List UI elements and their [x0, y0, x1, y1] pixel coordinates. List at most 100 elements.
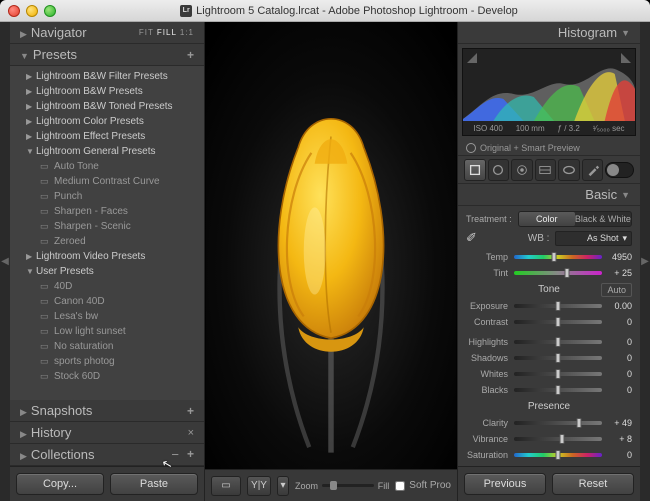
tint-value[interactable]: + 25 — [602, 268, 632, 278]
before-after-menu[interactable]: ▾ — [277, 476, 289, 496]
blacks-slider[interactable] — [514, 388, 602, 392]
panel-switch[interactable] — [605, 162, 634, 178]
wb-preset-dropdown[interactable]: As Shot▾ — [555, 231, 632, 246]
contrast-value[interactable]: 0 — [602, 317, 632, 327]
vibrance-slider[interactable] — [514, 437, 602, 441]
preset-folder[interactable]: ▶Lightroom Effect Presets — [10, 129, 204, 144]
vibrance-value[interactable]: + 8 — [602, 434, 632, 444]
preset-item[interactable]: ▭Punch — [10, 189, 204, 204]
history-header[interactable]: ▶History × — [10, 422, 204, 444]
crop-tool[interactable] — [464, 159, 486, 181]
basic-header[interactable]: Basic ▼ — [458, 184, 640, 206]
soft-proof-toggle[interactable]: Soft Proo — [395, 480, 451, 491]
shadow-clip-indicator[interactable] — [467, 53, 477, 63]
preset-folder[interactable]: ▼Lightroom General Presets — [10, 144, 204, 159]
copy-button[interactable]: Copy... — [16, 473, 104, 495]
zoom-button[interactable] — [44, 5, 56, 17]
temp-slider[interactable] — [514, 255, 602, 259]
navigator-header[interactable]: ▶Navigator FIT FILL 1:1 — [10, 22, 204, 44]
preset-item[interactable]: ▭sports photog — [10, 354, 204, 369]
saturation-slider[interactable] — [514, 453, 602, 457]
navigator-zoom-options[interactable]: FIT FILL 1:1 — [139, 28, 194, 37]
preset-folder[interactable]: ▶Lightroom Video Presets — [10, 249, 204, 264]
presets-header[interactable]: ▼Presets + — [10, 44, 204, 66]
soft-proof-checkbox[interactable] — [395, 481, 405, 491]
slider-thumb[interactable] — [556, 353, 561, 363]
loupe-view-button[interactable]: ▭ — [211, 476, 241, 496]
preset-item[interactable]: ▭No saturation — [10, 339, 204, 354]
add-collection-button[interactable]: + — [187, 447, 194, 462]
highlight-clip-indicator[interactable] — [621, 53, 631, 63]
whites-slider[interactable] — [514, 372, 602, 376]
preset-item[interactable]: ▭Sharpen - Scenic — [10, 219, 204, 234]
preset-item[interactable]: ▭Lesa's bw — [10, 309, 204, 324]
treatment-segmented[interactable]: Color Black & White — [518, 211, 632, 227]
clarity-value[interactable]: + 49 — [602, 418, 632, 428]
zoom-thumb[interactable] — [330, 481, 337, 490]
image-preview[interactable] — [205, 22, 457, 469]
slider-thumb[interactable] — [577, 418, 582, 428]
previous-button[interactable]: Previous — [464, 473, 546, 495]
auto-tone-button[interactable]: Auto — [601, 283, 632, 297]
preset-folder[interactable]: ▶Lightroom Color Presets — [10, 114, 204, 129]
preset-item[interactable]: ▭Low light sunset — [10, 324, 204, 339]
shadows-slider[interactable] — [514, 356, 602, 360]
paste-button[interactable]: Paste — [110, 473, 198, 495]
exposure-slider[interactable] — [514, 304, 602, 308]
collections-header[interactable]: ▶Collections − + — [10, 444, 204, 466]
preset-item[interactable]: ▭Medium Contrast Curve — [10, 174, 204, 189]
collections-minus-button[interactable]: − — [171, 447, 179, 462]
preview-source-indicator[interactable]: Original + Smart Preview — [458, 140, 640, 156]
tint-slider[interactable] — [514, 271, 602, 275]
preset-folder[interactable]: ▶Lightroom B&W Presets — [10, 84, 204, 99]
nav-11[interactable]: 1:1 — [180, 28, 194, 37]
treatment-color[interactable]: Color — [519, 212, 575, 226]
red-eye-tool[interactable] — [511, 159, 533, 181]
nav-fit[interactable]: FIT — [139, 28, 154, 37]
preset-folder[interactable]: ▶Lightroom B&W Filter Presets — [10, 69, 204, 84]
slider-thumb[interactable] — [556, 317, 561, 327]
adjustment-brush-tool[interactable] — [582, 159, 604, 181]
right-edge-expand[interactable]: ▶ — [640, 22, 650, 501]
slider-thumb[interactable] — [559, 434, 564, 444]
preset-item[interactable]: ▭Sharpen - Faces — [10, 204, 204, 219]
close-button[interactable] — [8, 5, 20, 17]
slider-thumb[interactable] — [556, 450, 561, 460]
preset-item[interactable]: ▭Auto Tone — [10, 159, 204, 174]
preset-item[interactable]: ▭Zeroed — [10, 234, 204, 249]
spot-removal-tool[interactable] — [488, 159, 510, 181]
slider-thumb[interactable] — [556, 301, 561, 311]
preset-folder[interactable]: ▶Lightroom B&W Toned Presets — [10, 99, 204, 114]
preset-item[interactable]: ▭Canon 40D — [10, 294, 204, 309]
blacks-value[interactable]: 0 — [602, 385, 632, 395]
clarity-slider[interactable] — [514, 421, 602, 425]
graduated-filter-tool[interactable] — [535, 159, 557, 181]
zoom-slider[interactable]: Zoom Fill — [295, 481, 389, 491]
saturation-value[interactable]: 0 — [602, 450, 632, 460]
zoom-track[interactable] — [322, 484, 374, 487]
treatment-bw[interactable]: Black & White — [575, 212, 631, 226]
before-after-button[interactable]: Y|Y — [247, 476, 271, 496]
shadows-value[interactable]: 0 — [602, 353, 632, 363]
snapshots-header[interactable]: ▶Snapshots + — [10, 400, 204, 422]
add-snapshot-button[interactable]: + — [187, 404, 194, 418]
temp-value[interactable]: 4950 — [602, 252, 632, 262]
histogram-header[interactable]: Histogram ▼ — [458, 22, 640, 44]
radial-filter-tool[interactable] — [558, 159, 580, 181]
slider-thumb[interactable] — [556, 369, 561, 379]
exposure-value[interactable]: 0.00 — [602, 301, 632, 311]
preset-item[interactable]: ▭Stock 60D — [10, 369, 204, 384]
contrast-slider[interactable] — [514, 320, 602, 324]
slider-thumb[interactable] — [556, 337, 561, 347]
wb-dropper-tool[interactable]: ✐ — [466, 230, 477, 246]
highlights-value[interactable]: 0 — [602, 337, 632, 347]
preset-folder[interactable]: ▼User Presets — [10, 264, 204, 279]
preset-item[interactable]: ▭40D — [10, 279, 204, 294]
reset-button[interactable]: Reset — [552, 473, 634, 495]
nav-fill[interactable]: FILL — [157, 28, 177, 37]
clear-history-button[interactable]: × — [188, 427, 194, 439]
histogram-display[interactable]: ISO 400 100 mm ƒ / 3.2 ¹⁄₅₀₀₀ sec — [462, 48, 636, 136]
minimize-button[interactable] — [26, 5, 38, 17]
slider-thumb[interactable] — [551, 252, 556, 262]
whites-value[interactable]: 0 — [602, 369, 632, 379]
